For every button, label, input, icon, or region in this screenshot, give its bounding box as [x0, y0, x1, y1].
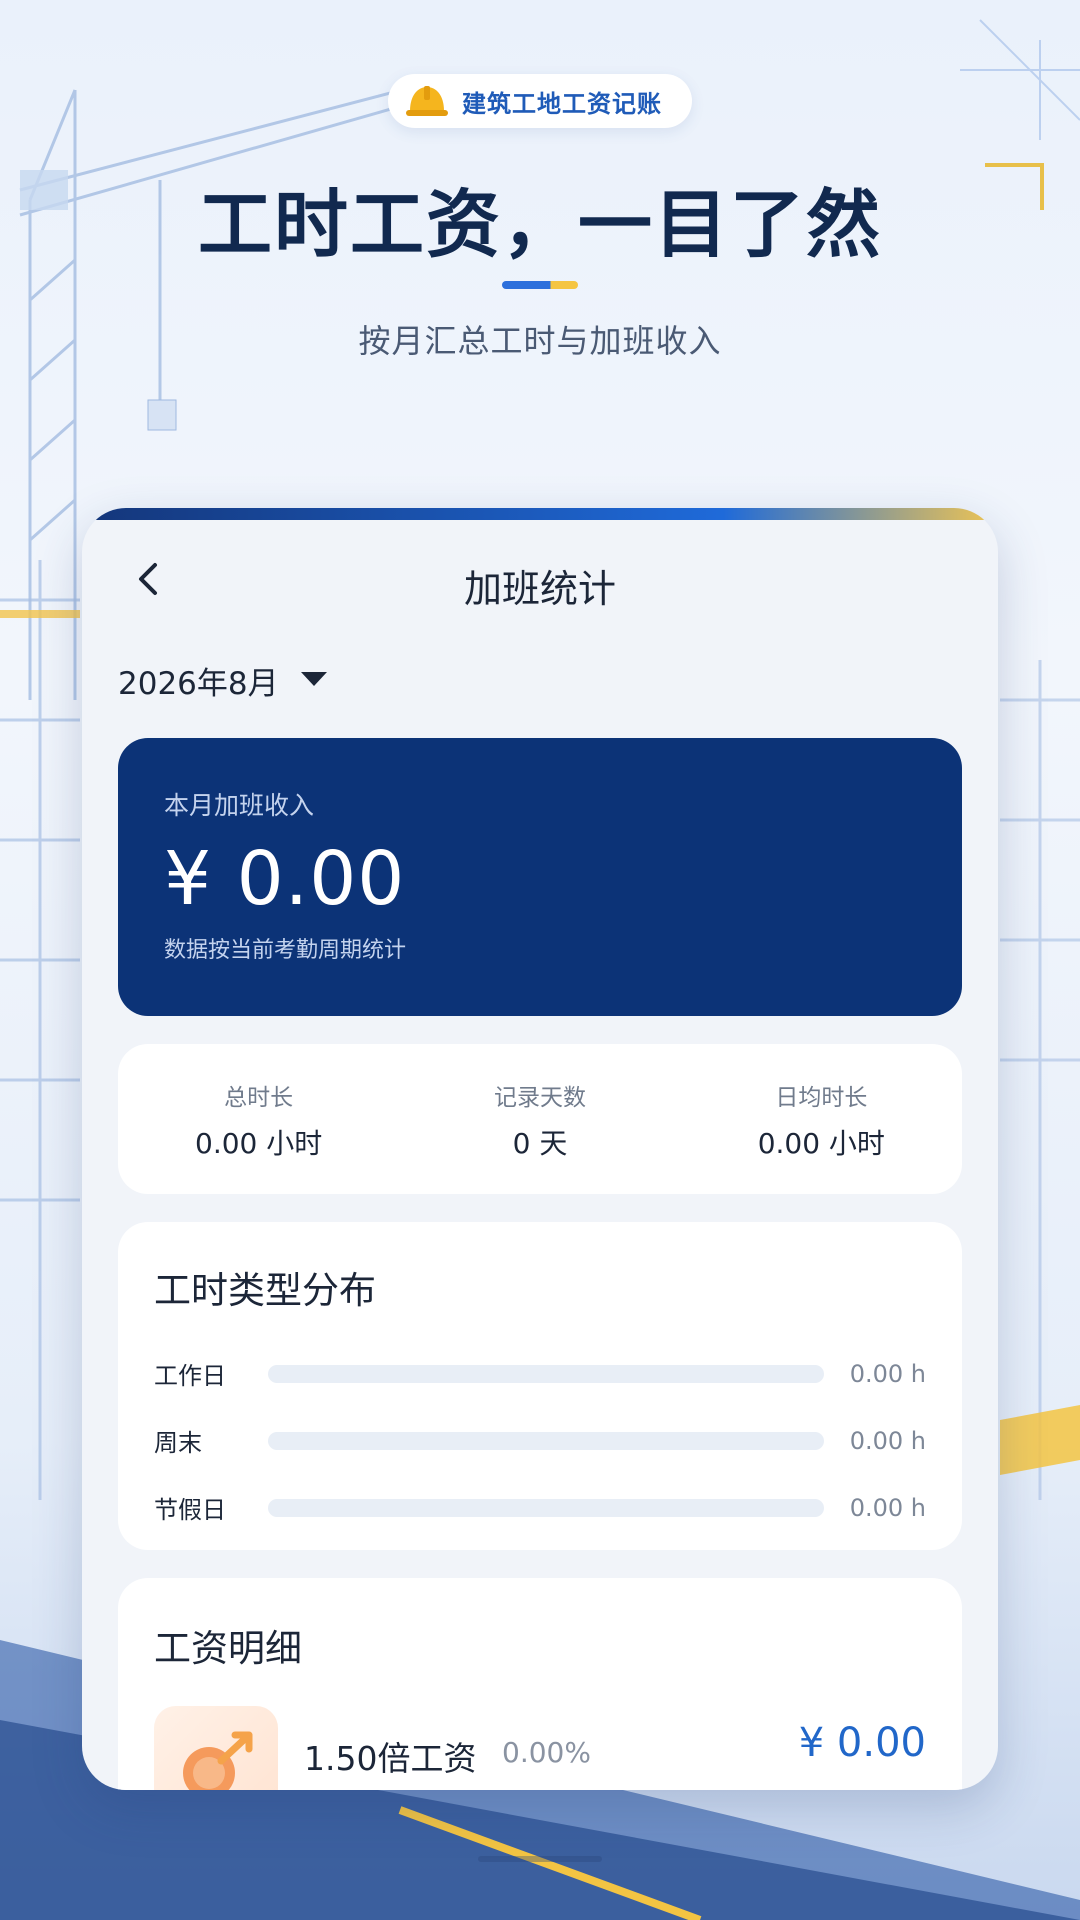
distribution-list: 工作日 0.00 h 周末 0.00 h 节假日 0.00 h — [154, 1340, 926, 1541]
overtime-income-card: 本月加班收入 ¥ 0.00 数据按当前考勤周期统计 — [118, 738, 962, 1016]
home-indicator — [478, 1856, 602, 1862]
distribution-title: 工时类型分布 — [154, 1269, 376, 1312]
title-underline — [502, 281, 578, 289]
phone-screen: 加班统计 2026年8月 本月加班收入 ¥ 0.00 数据按当前考勤周期统计 总… — [82, 508, 998, 1790]
distribution-row-holiday: 节假日 0.00 h — [154, 1474, 926, 1541]
row-value: 0.00 h — [849, 1359, 926, 1388]
navigation-bar: 加班统计 — [82, 544, 998, 618]
wage-detail-card: 工资明细 1.50倍工资 0.00% ¥ 0.00 — [118, 1578, 962, 1790]
income-label: 本月加班收入 — [164, 791, 315, 820]
stat-label: 总时长 — [224, 1085, 294, 1111]
wage-item-name: 1.50倍工资 — [304, 1739, 477, 1778]
page-title: 加班统计 — [463, 567, 616, 611]
row-label: 周末 — [154, 1429, 202, 1457]
progress-bar — [268, 1364, 824, 1383]
hero-subtitle: 按月汇总工时与加班收入 — [358, 322, 722, 360]
stat-label: 记录天数 — [493, 1085, 586, 1111]
app-badge: 建筑工地工资记账 — [388, 74, 692, 128]
progress-bar — [268, 1431, 824, 1450]
stat-daily-average: 日均时长 0.00 小时 — [681, 1044, 962, 1194]
stat-value: 0.00 小时 — [195, 1127, 323, 1160]
wage-item[interactable]: 1.50倍工资 0.00% ¥ 0.00 — [154, 1706, 926, 1790]
hard-hat-icon — [404, 82, 450, 120]
coin-growth-icon — [154, 1706, 278, 1790]
accent-bar — [82, 508, 998, 520]
month-value: 2026年8月 — [118, 666, 279, 702]
month-selector[interactable]: 2026年8月 — [118, 658, 329, 703]
row-label: 工作日 — [154, 1362, 226, 1390]
row-value: 0.00 h — [849, 1493, 926, 1522]
distribution-row-weekend: 周末 0.00 h — [154, 1407, 926, 1474]
wage-item-percent: 0.00% — [502, 1736, 591, 1769]
progress-bar — [268, 1498, 824, 1517]
stat-total-hours: 总时长 0.00 小时 — [118, 1044, 399, 1194]
distribution-row-weekday: 工作日 0.00 h — [154, 1340, 926, 1407]
stat-value: 0 天 — [512, 1127, 568, 1160]
stat-record-days: 记录天数 0 天 — [399, 1044, 680, 1194]
income-note: 数据按当前考勤周期统计 — [164, 938, 407, 963]
row-label: 节假日 — [154, 1496, 226, 1524]
income-amount: ¥ 0.00 — [164, 836, 406, 922]
wage-detail-title: 工资明细 — [154, 1627, 302, 1670]
hero-title: 工时工资，一目了然 — [198, 182, 882, 268]
hours-distribution-card: 工时类型分布 工作日 0.00 h 周末 0.00 h 节假日 0.00 h — [118, 1222, 962, 1550]
badge-label: 建筑工地工资记账 — [462, 89, 662, 118]
row-value: 0.00 h — [849, 1426, 926, 1455]
summary-stats-card: 总时长 0.00 小时 记录天数 0 天 日均时长 0.00 小时 — [118, 1044, 962, 1194]
stat-label: 日均时长 — [775, 1085, 868, 1111]
wage-item-amount: ¥ 0.00 — [798, 1720, 926, 1766]
caret-down-icon — [299, 670, 329, 692]
stat-value: 0.00 小时 — [757, 1127, 885, 1160]
